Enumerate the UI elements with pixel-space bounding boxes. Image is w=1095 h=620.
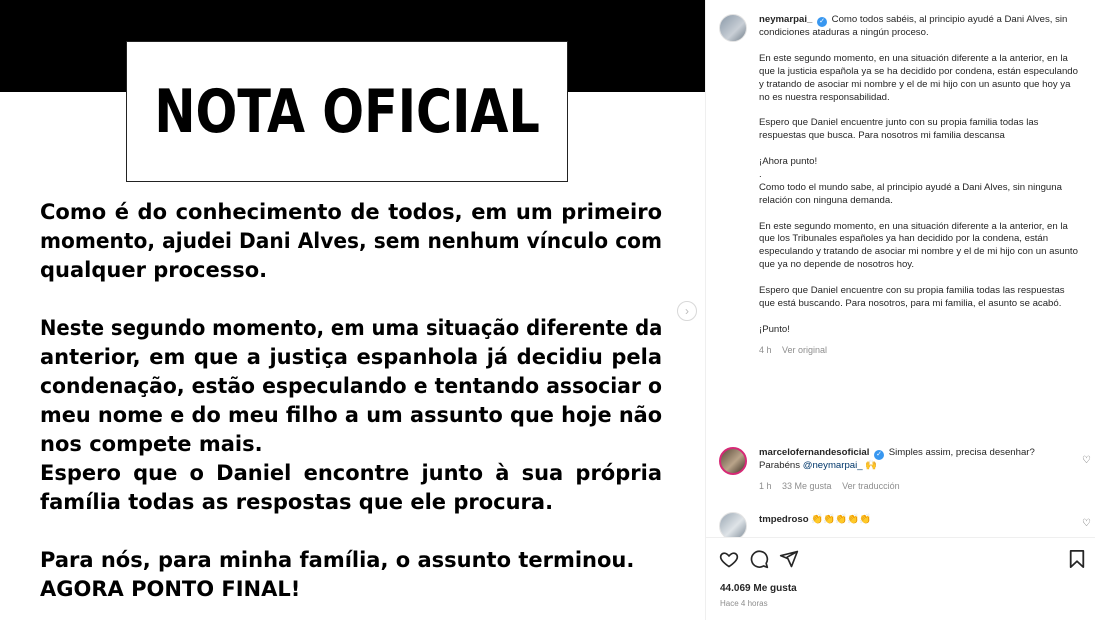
- comment-username[interactable]: tmpedroso: [759, 514, 809, 525]
- comment-emoji: 🙌: [865, 460, 878, 471]
- comment-time: 1 h: [759, 480, 772, 491]
- bookmark-icon[interactable]: [1068, 549, 1086, 569]
- caption-paragraph: Espero que Daniel encuentre con su propi…: [759, 285, 1065, 309]
- caption-time: 4 h: [759, 344, 772, 355]
- statement-line: momento, ajudei Dani Alves, sem nenhum v…: [40, 229, 662, 253]
- heart-icon[interactable]: ♡: [1082, 455, 1091, 466]
- statement-line: Neste segundo momento, em uma situação d…: [40, 316, 663, 340]
- post-image: NOTA OFICIAL Como é do conhecimento de t…: [0, 0, 705, 620]
- share-icon[interactable]: [779, 549, 799, 569]
- heart-icon[interactable]: [719, 549, 739, 569]
- post-caption: neymarpai_ ✓ Como todos sabéis, al princ…: [719, 14, 1081, 357]
- see-translation-link[interactable]: Ver traducción: [842, 481, 900, 491]
- statement-line: qualquer processo.: [40, 258, 268, 282]
- chevron-right-icon[interactable]: ›: [677, 301, 697, 321]
- avatar[interactable]: [719, 512, 747, 537]
- statement-line: anterior, em que a justiça espanhola já …: [40, 345, 662, 369]
- statement-line: AGORA PONTO FINAL!: [40, 577, 301, 601]
- comment: marcelofernandesoficial ✓ Simples assim,…: [719, 447, 1091, 493]
- post-actions: 44.069 Me gusta Hace 4 horas: [706, 537, 1095, 620]
- verified-badge-icon: ✓: [817, 17, 827, 27]
- comment-icon[interactable]: [749, 549, 769, 569]
- title-box: NOTA OFICIAL: [126, 41, 568, 182]
- heart-icon[interactable]: ♡: [1082, 518, 1091, 529]
- likes-count[interactable]: 44.069 Me gusta: [720, 583, 797, 594]
- caption-paragraph: En este segundo momento, en una situació…: [759, 52, 1078, 103]
- caption-paragraph: Espero que Daniel encuentre junto con su…: [759, 117, 1039, 142]
- statement-line: Para nós, para minha família, o assunto …: [40, 548, 635, 572]
- comment-emoji: 👏👏👏👏👏: [811, 514, 871, 525]
- statement-line: nos compete mais.: [40, 432, 263, 456]
- caption-username[interactable]: neymarpai_: [759, 14, 812, 25]
- caption-paragraph: .: [759, 168, 762, 180]
- comment-username[interactable]: marcelofernandesoficial: [759, 447, 869, 458]
- statement-line: Espero que o Daniel encontre junto à sua…: [40, 461, 662, 485]
- avatar[interactable]: [719, 14, 747, 42]
- statement-text: Como é do conhecimento de todos, em um p…: [40, 198, 662, 604]
- verified-badge-icon: ✓: [874, 450, 885, 460]
- post-time: Hace 4 horas: [720, 599, 768, 608]
- statement-line: Como é do conhecimento de todos, em um p…: [40, 200, 662, 224]
- avatar[interactable]: [719, 447, 747, 475]
- caption-paragraph: ¡Ahora punto!: [759, 156, 818, 168]
- statement-line: família todas as respostas que ele procu…: [40, 490, 554, 514]
- post-title: NOTA OFICIAL: [154, 76, 540, 147]
- caption-paragraph: ¡Punto!: [759, 323, 790, 335]
- comment-likes[interactable]: 33 Me gusta: [782, 481, 832, 491]
- statement-line: condenação, estão especulando e tentando…: [40, 374, 662, 398]
- comments-panel: neymarpai_ ✓ Como todos sabéis, al princ…: [705, 0, 1095, 620]
- mention-link[interactable]: @neymarpai_: [803, 460, 863, 471]
- see-original-link[interactable]: Ver original: [782, 345, 827, 355]
- statement-line: meu nome e do meu filho a um assunto que…: [40, 403, 663, 427]
- caption-paragraph: Como todo el mundo sabe, al principio ay…: [759, 181, 1062, 206]
- caption-paragraph: En este segundo momento, en una situació…: [759, 220, 1078, 271]
- comment: tmpedroso 👏👏👏👏👏 ♡: [719, 512, 1091, 537]
- comments-scroll[interactable]: neymarpai_ ✓ Como todos sabéis, al princ…: [706, 0, 1095, 537]
